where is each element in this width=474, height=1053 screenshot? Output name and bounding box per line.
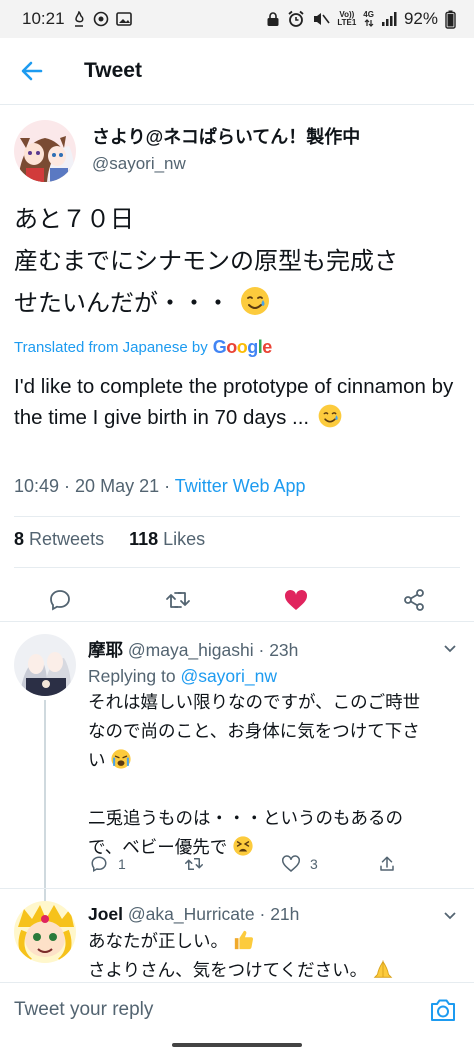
google-logo: Google xyxy=(212,337,273,357)
reply-header: Joel @aka_Hurricate · 21h xyxy=(88,904,300,924)
reply-retweet-button[interactable] xyxy=(184,855,204,873)
smiling-tear-emoji-icon xyxy=(318,404,342,428)
reply-author-name[interactable]: Joel xyxy=(88,904,123,924)
tweet-text-line: 産むまでにシナモンの原型も完成さ xyxy=(14,248,398,275)
translated-text: I'd like to complete the prototype of ci… xyxy=(14,375,454,429)
reply-count: 1 xyxy=(118,856,126,872)
app-header: Tweet xyxy=(0,38,474,105)
tweet-text-line: あと７０日 xyxy=(14,206,134,233)
alarm-icon xyxy=(287,10,305,28)
reply-input[interactable]: Tweet your reply xyxy=(14,999,153,1021)
tweet-text-line: せたいんだが・・・ xyxy=(14,283,462,325)
reply-reply-button[interactable]: 1 xyxy=(90,855,126,873)
main-tweet: さより@ネコぱらいてん！製作中 @sayori_nw あと７０日 産むまでにシナ… xyxy=(0,106,474,611)
translation-attribution[interactable]: Translated from Japanese by Google xyxy=(14,337,272,358)
reply-icon xyxy=(50,590,70,611)
author-name[interactable]: さより@ネコぱらいてん！製作中 xyxy=(92,123,360,149)
share-icon xyxy=(404,589,424,611)
divider xyxy=(14,516,460,517)
reply-icon xyxy=(91,856,107,873)
back-arrow-icon xyxy=(21,61,43,81)
reply-author-handle[interactable]: @aka_Hurricate xyxy=(128,904,255,924)
reply-author-name[interactable]: 摩耶 xyxy=(88,640,123,660)
reply-author-handle[interactable]: @maya_higashi xyxy=(128,640,254,660)
tweet-stats: 8 Retweets 118 Likes xyxy=(14,529,205,550)
mute-icon xyxy=(312,11,330,27)
reply-button[interactable] xyxy=(40,576,80,624)
battery-icon xyxy=(445,10,456,29)
likes-stat[interactable]: 118 Likes xyxy=(129,529,205,549)
author-handle[interactable]: @sayori_nw xyxy=(92,154,186,174)
status-bar: 10:21 Vo)) LTE1 4G 92% xyxy=(0,0,474,38)
camera-button[interactable] xyxy=(428,995,458,1025)
like-button[interactable] xyxy=(276,576,316,624)
reply-text: あなたが正しい。 さよりさん、気をつけてください。 xyxy=(88,927,463,985)
reply-avatar[interactable] xyxy=(14,634,76,696)
status-time: 10:21 xyxy=(22,9,65,28)
signal-icon xyxy=(381,11,397,27)
divider xyxy=(0,888,474,889)
reply-avatar[interactable] xyxy=(14,901,76,963)
page-title: Tweet xyxy=(84,59,142,82)
share-icon xyxy=(380,856,394,871)
notification-icon xyxy=(72,11,86,27)
tweet-author: さより@ネコぱらいてん！製作中 @sayori_nw xyxy=(0,106,474,186)
reply-header: 摩耶 @maya_higashi · 23h xyxy=(88,640,299,660)
reply-share-button[interactable] xyxy=(378,855,396,873)
tweet-date: 20 May 21 xyxy=(75,476,160,496)
reply-text: それは嬉しい限りなのですが、このご時世 なので尚のこと、お身体に気をつけて下さ … xyxy=(88,692,421,857)
tweet-time: 10:49 xyxy=(14,476,60,496)
retweet-icon xyxy=(166,592,190,608)
tweet-actions xyxy=(0,576,474,624)
reply-age: 23h xyxy=(269,640,299,660)
retweet-icon xyxy=(185,858,203,870)
tweet-meta: 10:49 · 20 May 21 · Twitter Web App xyxy=(14,476,306,496)
author-avatar[interactable] xyxy=(14,120,76,182)
heart-filled-icon xyxy=(284,589,308,610)
replying-to: Replying to @sayori_nw xyxy=(88,666,277,686)
like-count: 3 xyxy=(310,855,318,872)
chevron-down-icon xyxy=(444,912,456,920)
share-button[interactable] xyxy=(394,576,434,624)
lock-icon xyxy=(266,11,280,27)
retweet-button[interactable] xyxy=(158,576,198,624)
home-indicator[interactable] xyxy=(172,1042,302,1047)
crying-face-emoji-icon xyxy=(111,749,131,769)
camera-icon xyxy=(431,999,455,1021)
reply-more-button[interactable] xyxy=(440,905,460,925)
compose-bar: Tweet your reply xyxy=(0,982,474,1036)
reply-actions: 1 3 xyxy=(88,855,458,885)
smiling-tear-emoji-icon xyxy=(240,287,269,315)
tweet-text: あと７０日 産むまでにシナモンの原型も完成さ せたいんだが・・・ xyxy=(14,199,462,325)
translated-label: Translated from Japanese by xyxy=(14,339,208,356)
tweet-source[interactable]: Twitter Web App xyxy=(175,476,306,496)
heart-outline-icon xyxy=(282,855,300,872)
retweets-stat[interactable]: 8 Retweets xyxy=(14,529,104,549)
replying-to-handle[interactable]: @sayori_nw xyxy=(180,666,277,686)
folded-hands-emoji-icon xyxy=(373,960,393,978)
thumbs-up-emoji-icon xyxy=(234,930,253,950)
reply-more-button[interactable] xyxy=(440,638,460,658)
volte-icon: Vo)) LTE1 xyxy=(337,10,357,27)
back-button[interactable] xyxy=(0,38,64,105)
divider xyxy=(0,621,474,622)
dnd-icon xyxy=(93,11,109,27)
gesture-bar xyxy=(0,1036,474,1053)
tired-face-emoji-icon xyxy=(233,836,253,856)
chevron-down-icon xyxy=(444,645,456,653)
battery-percent: 92% xyxy=(403,9,438,28)
reply-age: 21h xyxy=(270,904,300,924)
reply-like-button[interactable]: 3 xyxy=(282,855,318,872)
gallery-icon xyxy=(115,12,132,26)
divider xyxy=(14,567,460,568)
data-4g-icon: 4G xyxy=(363,11,374,27)
